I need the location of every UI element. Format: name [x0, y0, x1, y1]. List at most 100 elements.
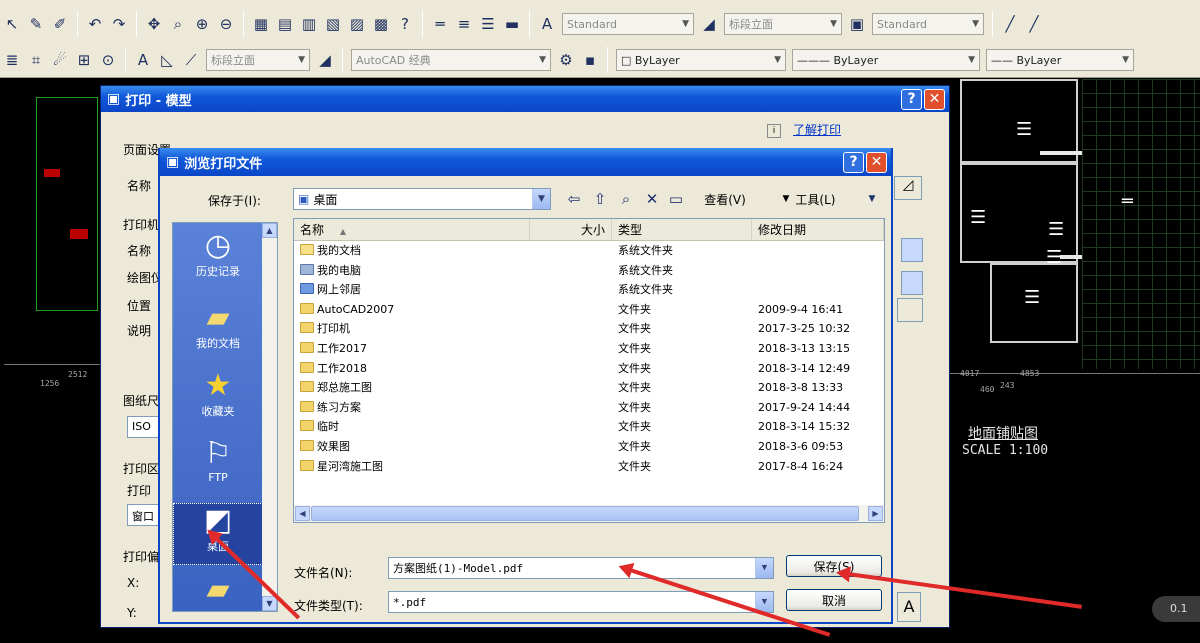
delete-icon[interactable]: ✕ — [640, 188, 664, 210]
brush-icon[interactable]: ✐ — [49, 13, 71, 35]
save-button[interactable]: 保存(S) — [786, 555, 882, 577]
redo-icon[interactable]: ↷ — [108, 13, 130, 35]
filename-input[interactable]: 方案图纸(1)-Model.pdf ▼ — [388, 557, 774, 579]
pencil-icon[interactable]: ✎ — [25, 13, 47, 35]
tools-menu[interactable]: ▼ 工具(L) — [774, 188, 844, 210]
place-favorites[interactable]: ★ 收藏夹 — [173, 369, 263, 429]
scroll-up-icon[interactable]: ▲ — [262, 223, 277, 238]
place-ftp[interactable]: ⚐ FTP — [173, 437, 263, 497]
file-row[interactable]: 我的电脑 系统文件夹 — [294, 261, 884, 281]
file-row[interactable]: 工作2018 文件夹 2018-3-14 12:49 — [294, 359, 884, 379]
leader-icon[interactable]: ⟋ — [180, 49, 202, 71]
layer-isolate-icon[interactable]: ⊙ — [97, 49, 119, 71]
file-row[interactable]: 网上邻居 系统文件夹 — [294, 280, 884, 300]
line-icon[interactable]: ╱ — [999, 13, 1021, 35]
scroll-thumb[interactable] — [311, 506, 859, 521]
plotter-dropdown-button[interactable] — [901, 271, 923, 295]
up-folder-icon[interactable]: ⇧ — [588, 188, 612, 210]
dim-aligned-icon[interactable]: ≡ — [453, 13, 475, 35]
dim-continue-icon[interactable]: ▬ — [501, 13, 523, 35]
zoom-previous-icon[interactable]: ⊖ — [215, 13, 237, 35]
cancel-button[interactable]: 取消 — [786, 589, 882, 611]
printer-dropdown-button[interactable] — [901, 238, 923, 262]
dim-style-icon[interactable]: ◢ — [698, 13, 720, 35]
file-row[interactable]: 打印机 文件夹 2017-3-25 10:32 — [294, 319, 884, 339]
help-button[interactable]: ? — [843, 151, 864, 173]
sheet-set-icon[interactable]: ▧ — [322, 13, 344, 35]
save-in-select[interactable]: ▣ 桌面 ▼ — [293, 188, 551, 210]
column-label: 名称 — [300, 223, 325, 237]
properties-icon[interactable]: ▦ — [250, 13, 272, 35]
filetype-value: *.pdf — [393, 595, 427, 609]
match-layer-icon[interactable]: ☄ — [49, 49, 71, 71]
places-scrollbar[interactable]: ▲ ▼ — [262, 223, 277, 611]
close-button[interactable]: ✕ — [924, 88, 945, 110]
color-select[interactable]: □ ByLayer ▼ — [616, 49, 786, 71]
column-name[interactable]: 名称 ▲ — [294, 219, 530, 241]
dim-baseline-icon[interactable]: ☰ — [477, 13, 499, 35]
undo-icon[interactable]: ↶ — [84, 13, 106, 35]
file-row[interactable]: 练习方案 文件夹 2017-9-24 14:44 — [294, 398, 884, 418]
linetype-select[interactable]: ——— ByLayer ▼ — [792, 49, 980, 71]
file-row[interactable]: 星河湾施工图 文件夹 2017-8-4 16:24 — [294, 457, 884, 477]
tool-palette-icon[interactable]: ▥ — [298, 13, 320, 35]
file-list[interactable]: 名称 ▲ 大小 类型 修改日期 我的文档 系统文件夹 我的电脑 系统文件夹 网上邻居 系统… — [293, 218, 885, 523]
view-menu[interactable]: 查看(V) — [690, 188, 760, 210]
dim-style-select[interactable]: 标段立面 ▼ — [724, 13, 842, 35]
file-row[interactable]: 郑总施工图 文件夹 2018-3-8 13:33 — [294, 378, 884, 398]
learn-plot-link[interactable]: 了解打印 — [793, 121, 841, 138]
markup-icon[interactable]: ▨ — [346, 13, 368, 35]
place-history[interactable]: ◷ 历史记录 — [173, 229, 263, 291]
new-folder-icon[interactable]: ▭ — [664, 188, 688, 210]
chevron-down-icon[interactable]: ▼ — [864, 188, 880, 210]
back-icon[interactable]: ⇦ — [562, 188, 586, 210]
file-row[interactable]: 工作2017 文件夹 2018-3-13 13:15 — [294, 339, 884, 359]
file-row[interactable]: 效果图 文件夹 2018-3-6 09:53 — [294, 437, 884, 457]
help-icon[interactable]: ? — [394, 13, 416, 35]
add-page-setup-button[interactable]: ◿ — [894, 176, 922, 200]
file-row[interactable]: AutoCAD2007 文件夹 2009-9-4 16:41 — [294, 300, 884, 320]
column-size[interactable]: 大小 — [530, 219, 612, 241]
file-row[interactable]: 临时 文件夹 2018-3-14 15:32 — [294, 417, 884, 437]
column-type[interactable]: 类型 — [612, 219, 752, 241]
calculator-icon[interactable]: ▩ — [370, 13, 392, 35]
layer-manager-icon[interactable]: ≣ — [1, 49, 23, 71]
make-current-icon[interactable]: ◢ — [314, 49, 336, 71]
text-style-icon[interactable]: A — [536, 13, 558, 35]
pointer-icon[interactable]: ↖ — [1, 13, 23, 35]
design-center-icon[interactable]: ▤ — [274, 13, 296, 35]
search-icon[interactable]: ⌕ — [614, 188, 638, 210]
preview-button[interactable]: A — [897, 592, 921, 622]
horizontal-scrollbar[interactable]: ◀ ▶ — [294, 505, 884, 522]
column-date[interactable]: 修改日期 — [752, 219, 884, 241]
file-row[interactable]: 我的文档 系统文件夹 — [294, 241, 884, 261]
place-folder[interactable]: ▰ — [173, 573, 263, 609]
layer-states-icon[interactable]: ⌗ — [25, 49, 47, 71]
pan-icon[interactable]: ✥ — [143, 13, 165, 35]
workspace-settings-icon[interactable]: ⚙ — [555, 49, 577, 71]
dim-linear-icon[interactable]: ═ — [429, 13, 451, 35]
workspace-select[interactable]: AutoCAD 经典 ▼ — [351, 49, 551, 71]
close-button[interactable]: ✕ — [866, 151, 887, 173]
properties-button[interactable] — [897, 298, 923, 322]
help-button[interactable]: ? — [901, 88, 922, 110]
table-style-select[interactable]: Standard ▼ — [872, 13, 984, 35]
construction-line-icon[interactable]: ╱ — [1023, 13, 1045, 35]
dim-icon[interactable]: ◺ — [156, 49, 178, 71]
text-style-select[interactable]: Standard ▼ — [562, 13, 694, 35]
save-workspace-icon[interactable]: ▪ — [579, 49, 601, 71]
text-icon[interactable]: A — [132, 49, 154, 71]
scroll-right-icon[interactable]: ▶ — [868, 506, 883, 521]
filetype-select[interactable]: *.pdf ▼ — [388, 591, 774, 613]
paper-size-select[interactable]: ISO — [127, 416, 161, 438]
table-style-icon[interactable]: ▣ — [846, 13, 868, 35]
lineweight-select[interactable]: —— ByLayer ▼ — [986, 49, 1134, 71]
layer-select[interactable]: 标段立面 ▼ — [206, 49, 310, 71]
scroll-left-icon[interactable]: ◀ — [295, 506, 310, 521]
layer-previous-icon[interactable]: ⊞ — [73, 49, 95, 71]
file-type: 文件夹 — [618, 339, 651, 359]
zoom-window-icon[interactable]: ⊕ — [191, 13, 213, 35]
plot-range-select[interactable]: 窗口 — [127, 504, 161, 526]
zoom-realtime-icon[interactable]: ⌕ — [167, 13, 189, 35]
place-my-documents[interactable]: ▰ 我的文档 — [173, 301, 263, 361]
